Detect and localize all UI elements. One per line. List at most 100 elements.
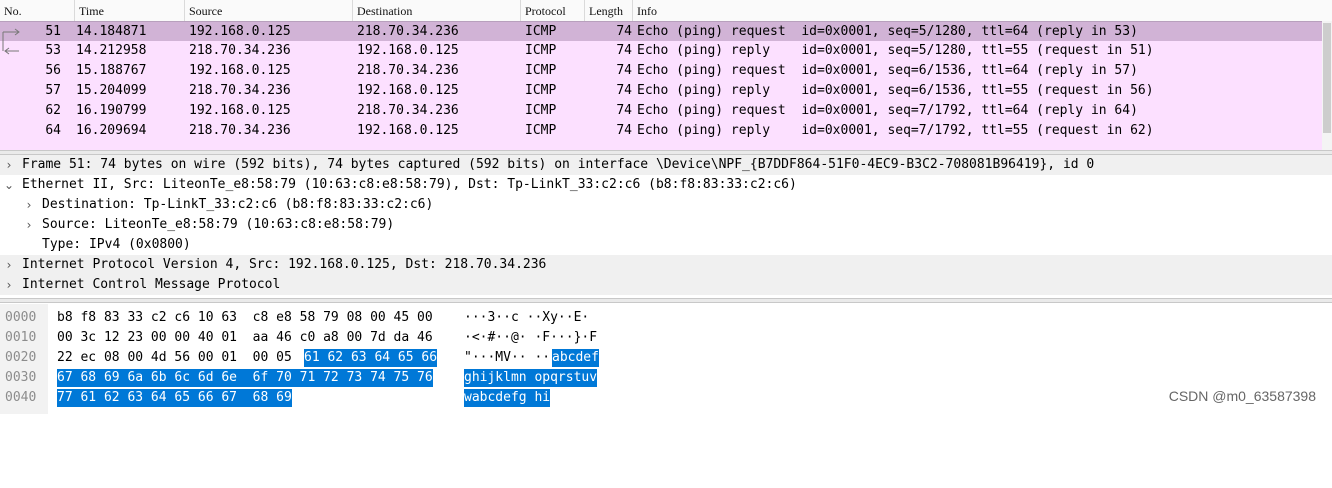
ascii-bytes[interactable]: ·<·#··@· ·F···}·F — [464, 329, 597, 347]
packet-row-partial[interactable] — [0, 141, 1322, 150]
packet-bytes[interactable]: 0000 b8 f8 83 33 c2 c6 10 63 c8 e8 58 79… — [0, 304, 1332, 414]
chevron-right-icon[interactable]: › — [2, 275, 16, 295]
column-header-time[interactable]: Time — [74, 0, 184, 21]
packet-protocol: ICMP — [525, 83, 557, 98]
packet-row[interactable]: 56 15.188767 192.168.0.125 218.70.34.236… — [0, 61, 1322, 81]
detail-eth-destination[interactable]: › Destination: Tp-LinkT_33:c2:c6 (b8:f8:… — [0, 195, 1332, 215]
column-header-destination[interactable]: Destination — [352, 0, 520, 21]
packet-source: 192.168.0.125 — [189, 63, 291, 78]
request-arrow-icon — [1, 22, 23, 42]
bytes-row[interactable]: 0030 67 68 69 6a 6b 6c 6d 6e 6f 70 71 72… — [0, 368, 1332, 388]
packet-info: Echo (ping) request id=0x0001, seq=6/153… — [637, 63, 1138, 78]
chevron-right-icon[interactable]: › — [22, 215, 36, 235]
column-header-no[interactable]: No. — [0, 0, 74, 21]
bytes-row[interactable]: 0000 b8 f8 83 33 c2 c6 10 63 c8 e8 58 79… — [0, 308, 1332, 328]
detail-ipv4[interactable]: › Internet Protocol Version 4, Src: 192.… — [0, 255, 1332, 275]
detail-ethernet[interactable]: ⌄ Ethernet II, Src: LiteonTe_e8:58:79 (1… — [0, 175, 1332, 195]
packet-time: 15.204099 — [76, 83, 147, 98]
packet-length: 74 — [616, 103, 632, 118]
packet-destination: 218.70.34.236 — [357, 63, 459, 78]
packet-source: 218.70.34.236 — [189, 123, 291, 138]
scrollbar-thumb[interactable] — [1323, 23, 1331, 133]
detail-icmp[interactable]: › Internet Control Message Protocol — [0, 275, 1332, 295]
detail-text: Frame 51: 74 bytes on wire (592 bits), 7… — [22, 157, 1095, 172]
packet-no: 53 — [45, 43, 61, 58]
packet-list-scrollbar[interactable] — [1322, 21, 1332, 150]
ascii-bytes[interactable]: "···MV·· ·· — [464, 349, 550, 367]
chevron-right-icon[interactable]: › — [22, 195, 36, 215]
hex-bytes-selected[interactable]: 77 61 62 63 64 65 66 67 68 69 — [57, 389, 292, 407]
packet-length: 74 — [616, 63, 632, 78]
packet-destination: 192.168.0.125 — [357, 83, 459, 98]
reply-arrow-icon — [1, 41, 23, 61]
packet-source: 218.70.34.236 — [189, 83, 291, 98]
packet-no: 57 — [45, 83, 61, 98]
packet-list[interactable]: No. Time Source Destination Protocol Len… — [0, 0, 1332, 150]
packet-length: 74 — [616, 43, 632, 58]
column-header-source[interactable]: Source — [184, 0, 352, 21]
packet-destination: 218.70.34.236 — [357, 24, 459, 39]
detail-eth-source[interactable]: › Source: LiteonTe_e8:58:79 (10:63:c8:e8… — [0, 215, 1332, 235]
packet-protocol: ICMP — [525, 123, 557, 138]
packet-row[interactable]: 51 14.184871 192.168.0.125 218.70.34.236… — [0, 21, 1322, 42]
bytes-row[interactable]: 0020 22 ec 08 00 4d 56 00 01 00 05 61 62… — [0, 348, 1332, 368]
hex-bytes[interactable]: 00 3c 12 23 00 00 40 01 aa 46 c0 a8 00 7… — [57, 329, 433, 347]
packet-info: Echo (ping) request id=0x0001, seq=7/179… — [637, 103, 1138, 118]
column-header-info[interactable]: Info — [632, 0, 1332, 21]
packet-time: 14.184871 — [76, 24, 147, 39]
pane-splitter[interactable] — [0, 298, 1332, 303]
packet-info: Echo (ping) reply id=0x0001, seq=6/1536,… — [637, 83, 1154, 98]
ascii-bytes-selected[interactable]: ghijklmn opqrstuv — [464, 369, 598, 387]
packet-no: 64 — [45, 123, 61, 138]
packet-time: 16.190799 — [76, 103, 147, 118]
hex-bytes[interactable]: b8 f8 83 33 c2 c6 10 63 c8 e8 58 79 08 0… — [57, 309, 433, 327]
packet-info: Echo (ping) reply id=0x0001, seq=7/1792,… — [637, 123, 1154, 138]
packet-destination: 192.168.0.125 — [357, 123, 459, 138]
packet-source: 192.168.0.125 — [189, 24, 291, 39]
packet-length: 74 — [616, 24, 632, 39]
hex-bytes-selected[interactable]: 61 62 63 64 65 66 — [304, 349, 438, 367]
byte-offset: 0020 — [5, 350, 37, 365]
packet-protocol: ICMP — [525, 24, 557, 39]
byte-offset: 0040 — [5, 390, 37, 405]
packet-row[interactable]: 53 14.212958 218.70.34.236 192.168.0.125… — [0, 41, 1322, 61]
packet-row[interactable]: 64 16.209694 218.70.34.236 192.168.0.125… — [0, 121, 1322, 141]
ascii-bytes-selected[interactable]: abcdef — [552, 349, 599, 367]
chevron-right-icon[interactable]: › — [2, 155, 16, 175]
packet-length: 74 — [616, 123, 632, 138]
detail-text: Internet Protocol Version 4, Src: 192.16… — [22, 257, 547, 272]
chevron-right-icon[interactable]: › — [2, 255, 16, 275]
detail-text: Type: IPv4 (0x0800) — [42, 237, 191, 252]
packet-no: 56 — [45, 63, 61, 78]
byte-offset: 0000 — [5, 310, 37, 325]
packet-details[interactable]: › Frame 51: 74 bytes on wire (592 bits),… — [0, 155, 1332, 296]
detail-frame[interactable]: › Frame 51: 74 bytes on wire (592 bits),… — [0, 155, 1332, 175]
detail-eth-type[interactable]: Type: IPv4 (0x0800) — [0, 235, 1332, 255]
byte-offset: 0010 — [5, 330, 37, 345]
packet-protocol: ICMP — [525, 103, 557, 118]
packet-row[interactable]: 57 15.204099 218.70.34.236 192.168.0.125… — [0, 81, 1322, 101]
bytes-row[interactable]: 0010 00 3c 12 23 00 00 40 01 aa 46 c0 a8… — [0, 328, 1332, 348]
bytes-row[interactable]: 0040 77 61 62 63 64 65 66 67 68 69 wabcd… — [0, 388, 1332, 408]
ascii-bytes[interactable]: ···3··c ··Xy··E· — [464, 309, 589, 327]
detail-text: Destination: Tp-LinkT_33:c2:c6 (b8:f8:83… — [42, 197, 434, 212]
packet-rows: 51 14.184871 192.168.0.125 218.70.34.236… — [0, 21, 1332, 150]
packet-length: 74 — [616, 83, 632, 98]
hex-bytes[interactable]: 22 ec 08 00 4d 56 00 01 00 05 — [57, 349, 300, 367]
detail-text: Ethernet II, Src: LiteonTe_e8:58:79 (10:… — [22, 177, 797, 192]
packet-time: 16.209694 — [76, 123, 147, 138]
watermark: CSDN @m0_63587398 — [1168, 388, 1316, 404]
packet-protocol: ICMP — [525, 43, 557, 58]
column-header-length[interactable]: Length — [584, 0, 632, 21]
ascii-bytes-selected[interactable]: wabcdefg hi — [464, 389, 551, 407]
packet-row[interactable]: 62 16.190799 192.168.0.125 218.70.34.236… — [0, 101, 1322, 121]
hex-bytes-selected[interactable]: 67 68 69 6a 6b 6c 6d 6e 6f 70 71 72 73 7… — [57, 369, 433, 387]
packet-list-header: No. Time Source Destination Protocol Len… — [0, 0, 1332, 22]
detail-text: Source: LiteonTe_e8:58:79 (10:63:c8:e8:5… — [42, 217, 395, 232]
column-header-protocol[interactable]: Protocol — [520, 0, 584, 21]
packet-source: 192.168.0.125 — [189, 103, 291, 118]
packet-time: 15.188767 — [76, 63, 147, 78]
packet-destination: 218.70.34.236 — [357, 103, 459, 118]
chevron-down-icon[interactable]: ⌄ — [2, 175, 16, 195]
packet-source: 218.70.34.236 — [189, 43, 291, 58]
